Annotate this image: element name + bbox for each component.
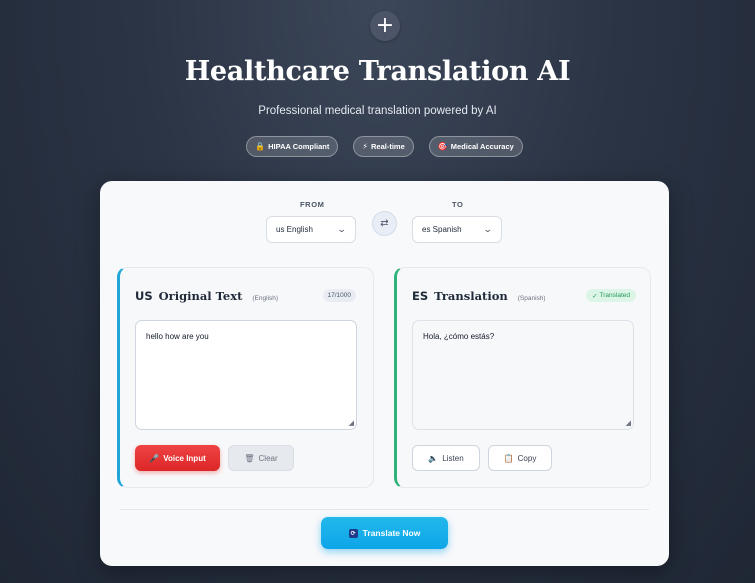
- character-counter: 17/1000: [322, 289, 356, 302]
- status-badge: ✓ Translated: [586, 289, 636, 302]
- badge-realtime: ⚡ Real-time: [353, 136, 414, 157]
- copy-label: Copy: [517, 453, 537, 463]
- chevron-down-icon: ⌄: [337, 224, 348, 234]
- badge-label: Medical Accuracy: [450, 142, 514, 151]
- to-language-select[interactable]: es Spanish ⌄: [412, 216, 502, 243]
- swap-icon: ⇄: [380, 218, 389, 229]
- status-label: Translated: [599, 292, 630, 299]
- copy-button[interactable]: 📋 Copy: [488, 445, 552, 471]
- source-panel-header: US Original Text (English): [135, 289, 278, 303]
- clipboard-icon: 📋: [503, 453, 514, 463]
- translation-language-label: (Spanish): [517, 295, 546, 302]
- refresh-icon: ⟳: [348, 528, 358, 538]
- page-title: Healthcare Translation AI: [184, 56, 571, 87]
- translate-now-label: Translate Now: [362, 528, 421, 538]
- check-icon: ✓: [592, 292, 598, 300]
- source-language-label: (English): [252, 295, 279, 302]
- lightning-icon: ⚡: [362, 142, 368, 151]
- divider: [120, 509, 649, 510]
- source-text: hello how are you: [146, 332, 209, 341]
- resize-handle-icon[interactable]: ◢: [626, 419, 631, 427]
- translation-title: Translation: [434, 289, 508, 303]
- voice-input-label: Voice Input: [163, 453, 206, 463]
- trash-icon: 🗑: [244, 453, 255, 463]
- add-button[interactable]: +: [370, 11, 400, 41]
- from-language-select[interactable]: us English ⌄: [266, 216, 356, 243]
- listen-button[interactable]: 🔈 Listen: [412, 445, 480, 471]
- translation-panel: ES Translation (Spanish) ✓ Translated Ho…: [394, 267, 651, 488]
- source-panel: US Original Text (English) 17/1000 hello…: [117, 267, 374, 488]
- translator-card: FROM TO us English ⌄ ⇄ es Spanish ⌄ US O…: [100, 181, 669, 566]
- translation-output[interactable]: Hola, ¿cómo estás? ◢: [412, 320, 634, 430]
- badge-hipaa: 🔒 HIPAA Compliant: [246, 136, 339, 157]
- badge-accuracy: 🎯 Medical Accuracy: [428, 136, 523, 157]
- swap-languages-button[interactable]: ⇄: [372, 211, 397, 236]
- badge-label: Real-time: [371, 142, 405, 151]
- us-flag-icon: US: [135, 289, 153, 303]
- clear-label: Clear: [258, 453, 278, 463]
- speaker-icon: 🔈: [428, 453, 439, 463]
- plus-icon: +: [375, 13, 395, 38]
- chevron-down-icon: ⌄: [483, 224, 494, 234]
- clear-button[interactable]: 🗑 Clear: [228, 445, 294, 471]
- listen-label: Listen: [442, 453, 464, 463]
- translate-now-button[interactable]: ⟳ Translate Now: [321, 517, 448, 549]
- source-text-input[interactable]: hello how are you ◢: [135, 320, 357, 430]
- lock-icon: 🔒: [255, 142, 266, 151]
- from-label: FROM: [300, 200, 325, 209]
- target-icon: 🎯: [437, 142, 448, 151]
- translation-text: Hola, ¿cómo estás?: [423, 332, 495, 341]
- resize-handle-icon[interactable]: ◢: [349, 419, 354, 427]
- to-language-value: es Spanish: [422, 225, 462, 234]
- from-language-value: us English: [276, 225, 313, 234]
- page-subtitle: Professional medical translation powered…: [258, 105, 497, 117]
- to-label: TO: [452, 200, 464, 209]
- microphone-icon: 🎤: [149, 453, 160, 463]
- source-title: Original Text: [158, 289, 243, 303]
- es-flag-icon: ES: [412, 289, 429, 303]
- badge-label: HIPAA Compliant: [268, 142, 330, 151]
- feature-badges: 🔒 HIPAA Compliant ⚡ Real-time 🎯 Medical …: [0, 136, 755, 157]
- translation-panel-header: ES Translation (Spanish): [412, 289, 546, 303]
- voice-input-button[interactable]: 🎤 Voice Input: [135, 445, 220, 471]
